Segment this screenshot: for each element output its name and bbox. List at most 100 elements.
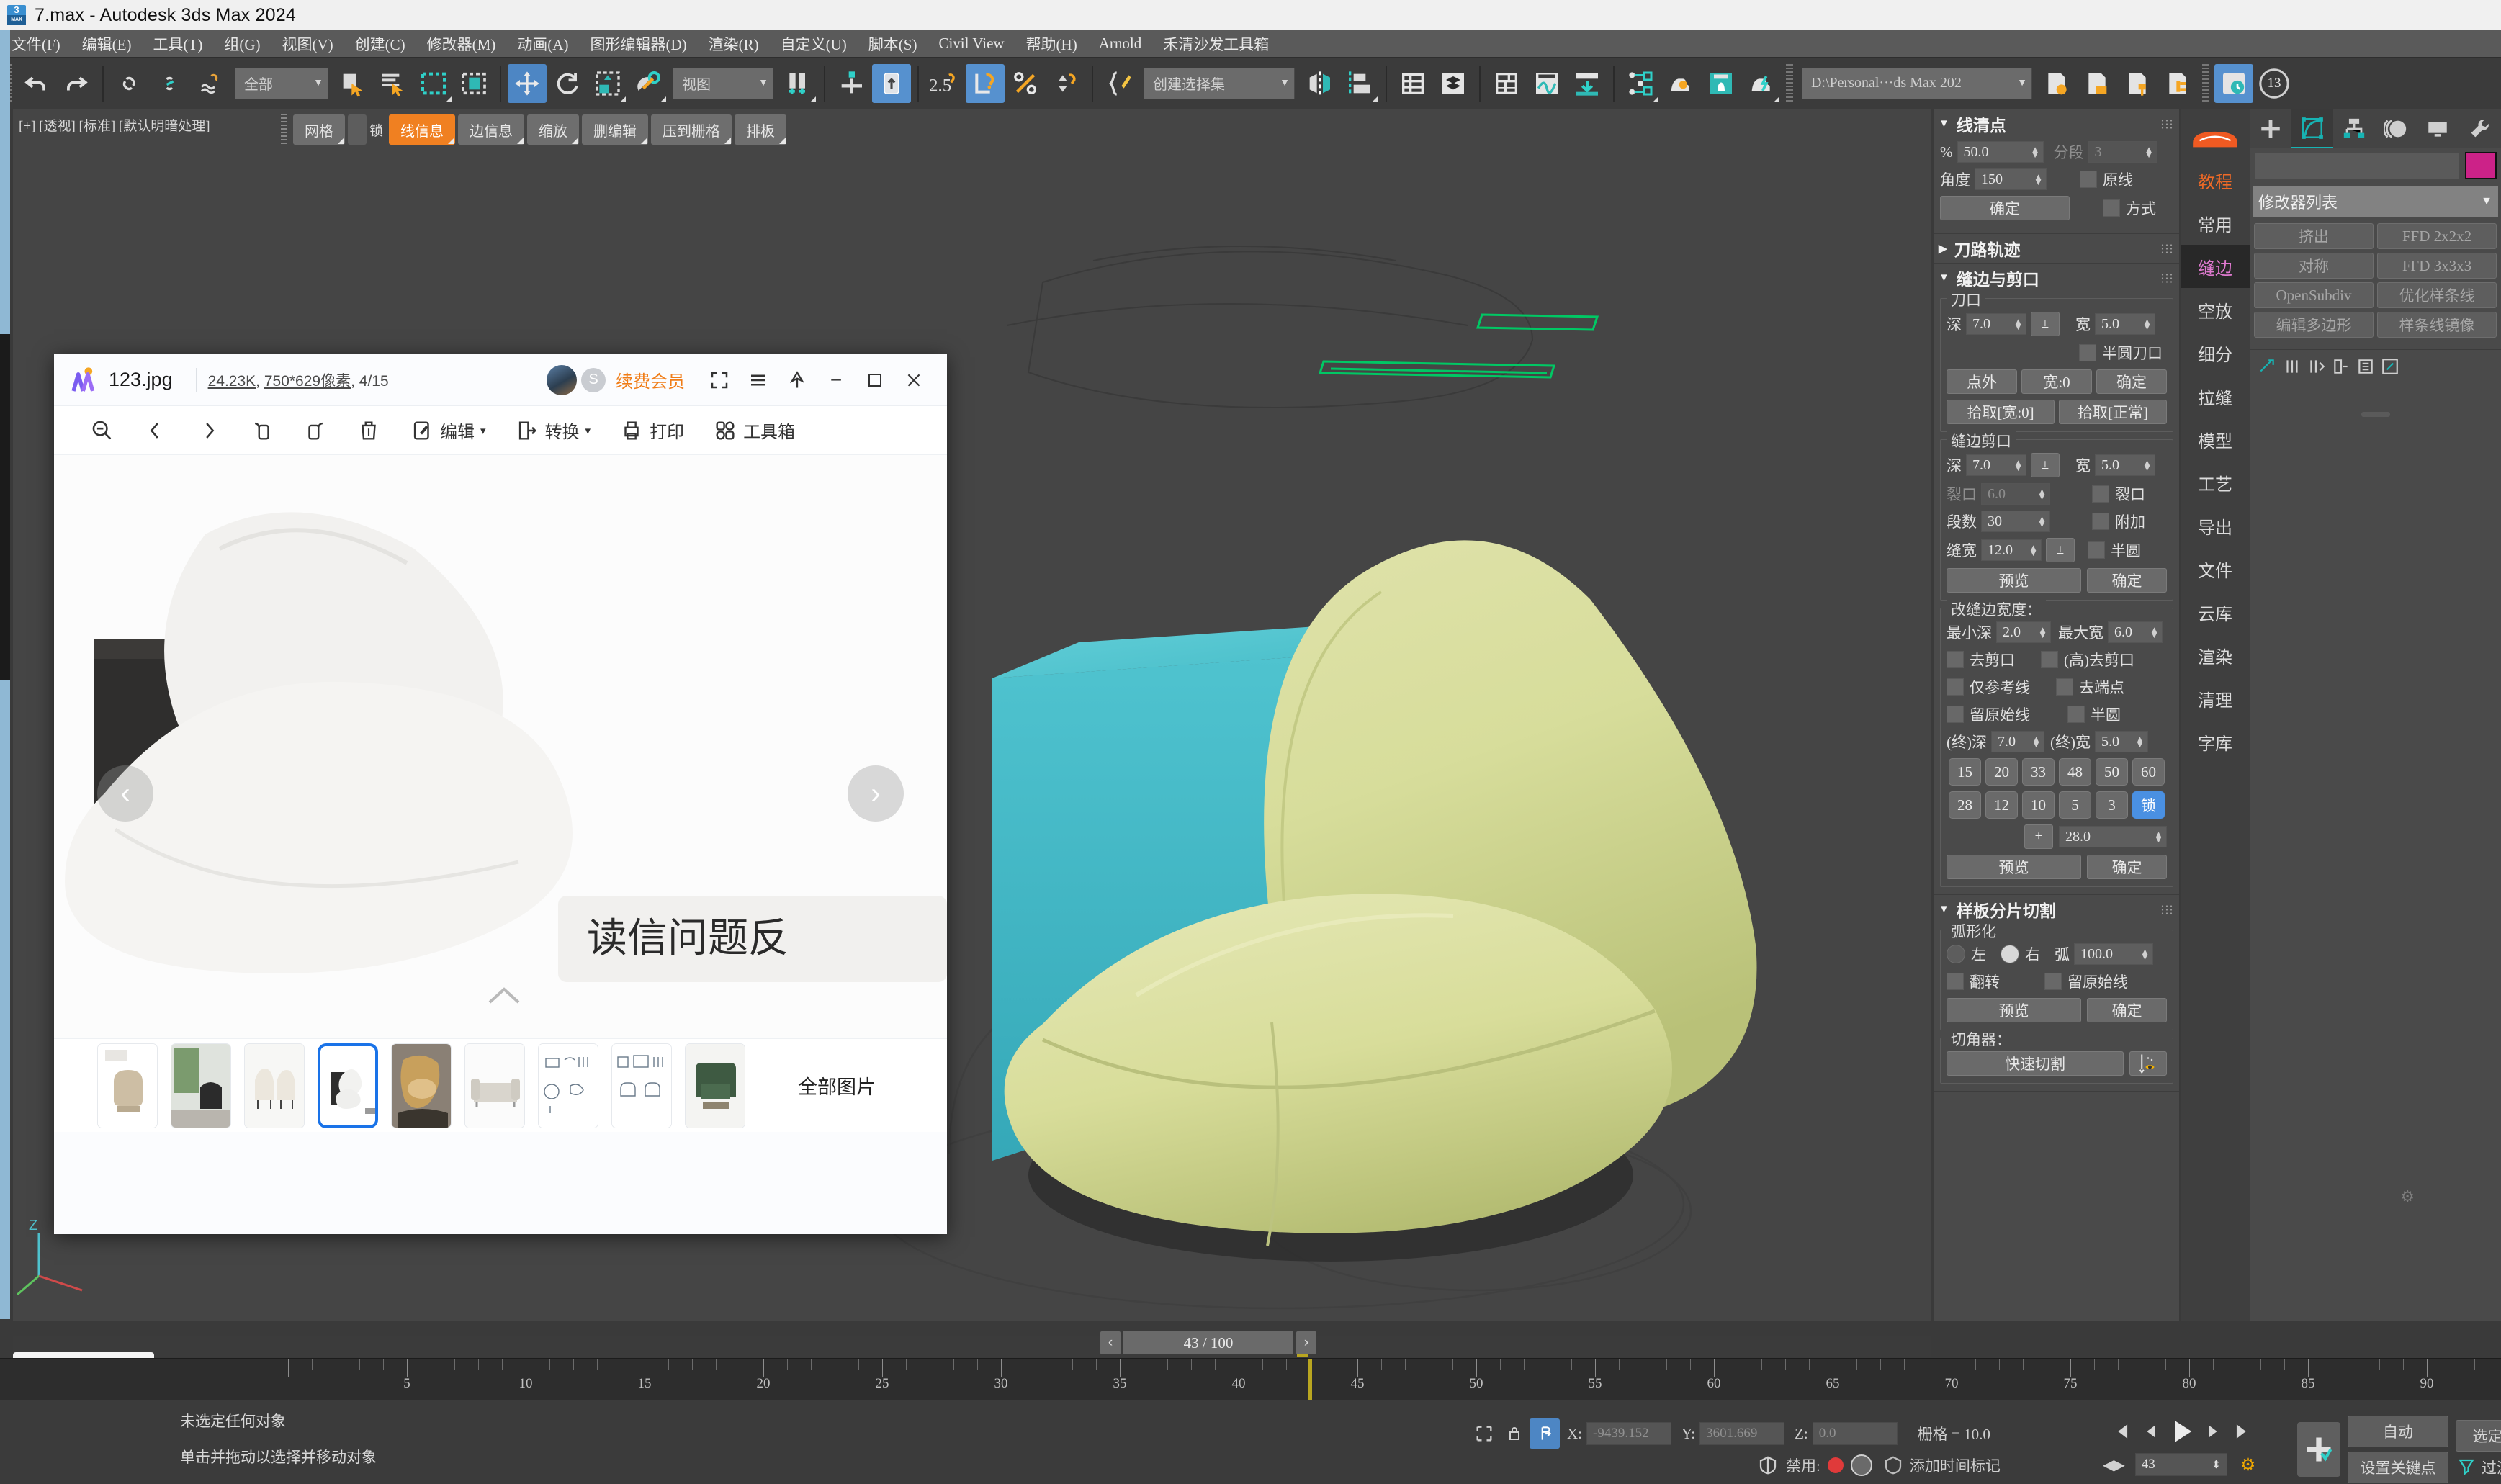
spinner-arrows-icon[interactable]: ▲ ▼ xyxy=(2038,625,2047,639)
spinner-arrows-icon[interactable]: ▲ ▼ xyxy=(2034,172,2043,186)
select-link-icon[interactable] xyxy=(110,64,149,103)
mirror-icon[interactable] xyxy=(1300,64,1339,103)
window-crossing-icon[interactable] xyxy=(454,64,493,103)
goto-start-icon[interactable] xyxy=(2110,1419,2134,1444)
file-link-icon[interactable] xyxy=(2158,64,2197,103)
time-config-icon[interactable]: ⚙ xyxy=(2240,1454,2256,1475)
spinner-arrows-icon[interactable]: ▲ ▼ xyxy=(2037,487,2047,501)
file-settings-icon[interactable] xyxy=(2037,64,2076,103)
spinner-arrows-icon[interactable]: ▲ ▼ xyxy=(2013,458,2023,472)
sofa-toolbox-tabs[interactable]: 教程 常用 缝边 空放 细分 拉缝 模型 工艺 导出 文件 云库 渲染 清理 字库 xyxy=(2181,109,2250,1321)
angle-spinner[interactable]: 150 ▲ ▼ xyxy=(1975,168,2047,190)
viewer-tool-next-icon[interactable] xyxy=(197,418,221,443)
flip-checkbox[interactable] xyxy=(1947,973,1964,990)
modifier-button-7[interactable]: 样条线镜像 xyxy=(2377,312,2497,338)
dropdown-corner-icon[interactable] xyxy=(572,138,579,144)
spinner-arrows-icon[interactable]: ▲ ▼ xyxy=(2013,317,2023,331)
menu-item-0[interactable]: 文件(F) xyxy=(12,33,60,55)
side-tab-1[interactable]: 常用 xyxy=(2181,202,2250,245)
thumbnail-4[interactable] xyxy=(391,1043,452,1128)
viewer-tool-rotate-right-icon[interactable] xyxy=(303,418,328,443)
side-tab-9[interactable]: 文件 xyxy=(2181,547,2250,590)
dropdown-corner-icon[interactable] xyxy=(448,138,455,144)
material-editor-icon[interactable] xyxy=(1661,64,1700,103)
semicircle-checkbox[interactable] xyxy=(2088,541,2105,559)
angle-snap-toggle-icon[interactable] xyxy=(966,63,1005,103)
named-selection-dropdown[interactable]: 创建选择集 ▼ xyxy=(1144,67,1295,99)
viewer-tool-print-icon[interactable]: 打印 xyxy=(619,418,684,443)
align-icon[interactable] xyxy=(1340,64,1379,103)
thumbnail-6[interactable] xyxy=(538,1043,598,1128)
slit-checkbox[interactable] xyxy=(2092,485,2109,503)
mode-checkbox[interactable] xyxy=(2103,199,2120,217)
left-radio[interactable] xyxy=(1947,945,1965,963)
eye-ruler-icon[interactable] xyxy=(2129,1051,2167,1076)
viewer-tool-delete-icon[interactable] xyxy=(356,418,381,443)
depth-spinner[interactable]: 7.0 ▲ ▼ xyxy=(1966,313,2026,335)
menu-item-8[interactable]: 图形编辑器(D) xyxy=(590,33,686,55)
thumbnail-8[interactable] xyxy=(685,1043,745,1128)
append-checkbox[interactable] xyxy=(2092,513,2109,530)
side-tab-4[interactable]: 细分 xyxy=(2181,331,2250,374)
preview-button[interactable]: 预览 xyxy=(1947,855,2082,879)
file-open-icon[interactable] xyxy=(2078,64,2116,103)
numpad-button-33[interactable]: 33 xyxy=(2022,758,2055,786)
record-dot-icon[interactable] xyxy=(1827,1457,1844,1473)
curve-editor-icon[interactable] xyxy=(1527,64,1566,103)
spinner-arrows-icon[interactable]: ▲ ▼ xyxy=(2142,317,2152,331)
add-key-button[interactable] xyxy=(2297,1422,2340,1477)
width-zero-button[interactable]: 宽:0 xyxy=(2021,369,2092,394)
zero-key-icon[interactable] xyxy=(1850,1454,1872,1476)
side-tab-5[interactable]: 拉缝 xyxy=(2181,374,2250,418)
thumbnail-0[interactable] xyxy=(97,1043,158,1128)
selected-objects-button[interactable]: 选定对 xyxy=(2456,1420,2501,1452)
dropdown-corner-icon[interactable] xyxy=(338,138,344,144)
arc-spinner[interactable]: 100.0 ▲ ▼ xyxy=(2074,943,2153,965)
side-tab-0[interactable]: 教程 xyxy=(2181,158,2250,202)
auto-key-button[interactable]: 自动 xyxy=(2348,1416,2448,1447)
bind-space-warp-icon[interactable] xyxy=(191,64,230,103)
unlink-icon[interactable] xyxy=(151,64,189,103)
quick-render-icon[interactable] xyxy=(1742,64,1781,103)
numpad-button-28[interactable]: 28 xyxy=(1949,791,1981,819)
plusminus-button[interactable]: ± xyxy=(2024,824,2053,849)
rollout-header[interactable]: ▼ 线清点 xyxy=(1934,109,2179,138)
seam-width-spinner[interactable]: 12.0 ▲ ▼ xyxy=(1981,539,2042,561)
select-and-move-icon[interactable] xyxy=(508,63,547,103)
minimize-icon[interactable]: − xyxy=(819,363,853,397)
right-radio[interactable] xyxy=(2001,945,2019,963)
spinner-snap-icon[interactable] xyxy=(1046,64,1085,103)
final-depth-spinner[interactable]: 7.0 ▲ ▼ xyxy=(1991,731,2044,752)
prev-frame-button[interactable]: ‹ xyxy=(1100,1331,1121,1354)
spinner-arrows-icon[interactable]: ▲ ▼ xyxy=(2154,829,2163,844)
key-mode-icon[interactable] xyxy=(1757,1453,1779,1478)
numpad-button-5[interactable]: 5 xyxy=(2059,791,2091,819)
set-key-button[interactable]: 设置关键点 xyxy=(2348,1452,2448,1483)
modifier-list-dropdown[interactable]: 修改器列表 ▼ xyxy=(2253,186,2498,217)
timeline-playhead[interactable] xyxy=(1308,1359,1312,1400)
thumbnail-3[interactable] xyxy=(318,1043,378,1128)
viewport-lock-swatch[interactable] xyxy=(348,114,367,145)
command-panel-tabs[interactable] xyxy=(2250,109,2501,148)
segments-spinner[interactable]: 30 ▲ ▼ xyxy=(1981,511,2050,532)
menu-item-6[interactable]: 修改器(M) xyxy=(427,33,496,55)
menu-item-12[interactable]: Civil View xyxy=(938,35,1004,53)
image-viewer-window[interactable]: 123.jpg 24.23K, 750*629像素, 4/15 S 续费会员 − xyxy=(54,354,947,1234)
material-browser-icon[interactable] xyxy=(1702,64,1741,103)
modifier-button-5[interactable]: 优化样条线 xyxy=(2377,282,2497,308)
redo-icon[interactable] xyxy=(57,64,96,103)
lock-icon[interactable] xyxy=(1499,1418,1530,1449)
spinner-arrows-icon[interactable]: ▲ ▼ xyxy=(2031,145,2040,159)
scrollbar-hint[interactable] xyxy=(2250,412,2501,417)
project-path-dropdown[interactable]: D:\Personal···ds Max 202 ▼ xyxy=(1802,67,2032,99)
display-icon[interactable] xyxy=(2417,109,2459,148)
pin-icon[interactable] xyxy=(780,363,814,397)
menu-item-1[interactable]: 编辑(E) xyxy=(82,33,132,55)
confirm-button[interactable]: 确定 xyxy=(2087,855,2167,879)
menu-item-15[interactable]: 禾清沙发工具箱 xyxy=(1163,33,1269,55)
scene-explorer-icon[interactable] xyxy=(1487,64,1526,103)
menu-item-14[interactable]: Arnold xyxy=(1099,35,1142,53)
create-icon[interactable] xyxy=(2250,109,2291,148)
layer-manager-icon[interactable] xyxy=(1434,64,1473,103)
object-color-swatch[interactable] xyxy=(2465,152,2497,179)
